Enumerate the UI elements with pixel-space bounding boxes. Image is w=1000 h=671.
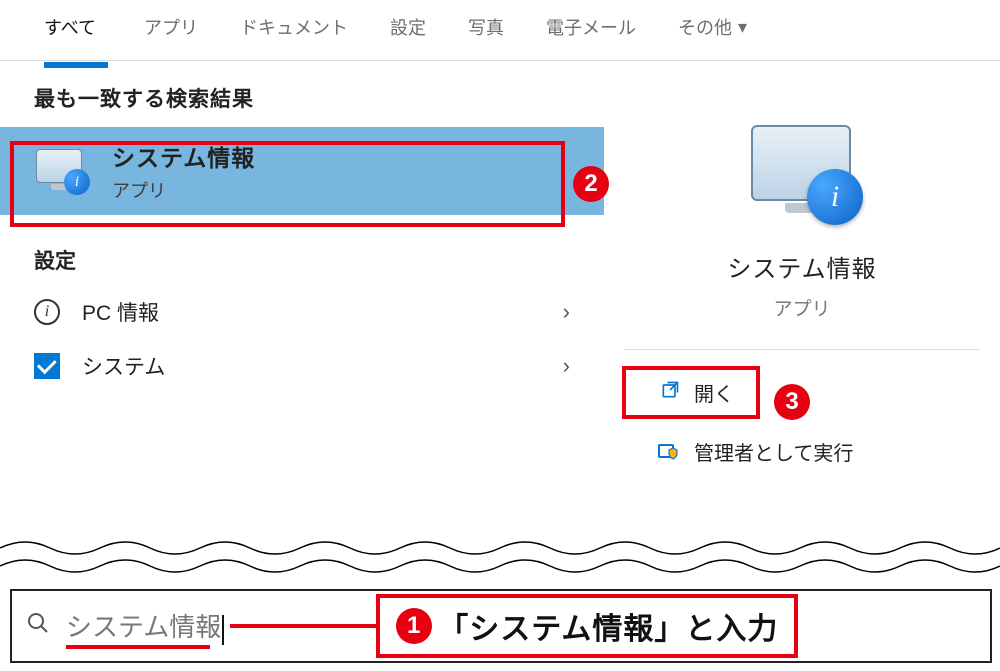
- instruction-callout-box: 1 「システム情報」と入力: [376, 594, 798, 658]
- tab-all[interactable]: すべて: [44, 14, 102, 58]
- shield-admin-icon: [656, 440, 680, 464]
- callout-2: 2: [573, 166, 609, 202]
- tab-more-label: その他: [678, 14, 732, 40]
- best-match-item[interactable]: i システム情報 アプリ: [0, 127, 604, 215]
- setting-label: PC 情報: [82, 297, 159, 327]
- run-as-admin-action[interactable]: 管理者として実行: [622, 429, 1000, 474]
- callout-underline-1: [66, 645, 210, 649]
- system-info-icon: i: [34, 145, 86, 197]
- setting-item-pc-info[interactable]: i PC 情報 ›: [0, 285, 604, 339]
- callout-1: 1: [396, 608, 432, 644]
- search-value: システム情報: [66, 612, 221, 642]
- system-info-large-icon: i: [747, 121, 857, 231]
- tab-documents[interactable]: ドキュメント: [240, 14, 348, 58]
- run-as-admin-label: 管理者として実行: [694, 437, 853, 466]
- results-pane: 最も一致する検索結果 i システム情報 アプリ 設定 i PC 情報 ›: [0, 61, 604, 529]
- truncation-wave: [0, 536, 1000, 576]
- search-box[interactable]: システム情報: [12, 607, 224, 644]
- instruction-text: 「システム情報」と入力: [438, 604, 778, 648]
- callout-3: 3: [774, 384, 810, 420]
- tab-email[interactable]: 電子メール: [546, 14, 636, 58]
- tab-photos[interactable]: 写真: [468, 14, 504, 58]
- chevron-down-icon: ▾: [738, 17, 747, 38]
- best-match-header: 最も一致する検索結果: [0, 83, 604, 127]
- taskbar: システム情報 1 「システム情報」と入力: [10, 589, 992, 663]
- chevron-right-icon: ›: [563, 299, 570, 325]
- best-match-subtitle: アプリ: [112, 177, 255, 203]
- search-icon: [26, 611, 50, 641]
- open-label: 開く: [694, 378, 734, 407]
- search-input[interactable]: システム情報: [66, 607, 224, 644]
- preview-pane: i システム情報 アプリ 開く 3 管理者として実行: [604, 61, 1000, 529]
- chevron-right-icon: ›: [563, 353, 570, 379]
- open-icon: [660, 380, 680, 406]
- tab-more[interactable]: その他 ▾: [678, 14, 747, 58]
- setting-item-system[interactable]: システム ›: [0, 339, 604, 393]
- tab-apps[interactable]: アプリ: [144, 14, 198, 58]
- preview-subtitle: アプリ: [604, 294, 1000, 321]
- tab-settings[interactable]: 設定: [390, 14, 426, 58]
- setting-label: システム: [82, 351, 165, 381]
- info-icon: i: [34, 299, 60, 325]
- best-match-title: システム情報: [112, 139, 255, 173]
- check-icon: [34, 353, 60, 379]
- divider: [624, 349, 980, 350]
- callout-connector-1: [230, 624, 380, 628]
- settings-header: 設定: [0, 215, 604, 285]
- preview-title: システム情報: [604, 249, 1000, 284]
- text-caret: [222, 615, 224, 645]
- open-action[interactable]: 開く: [622, 366, 760, 419]
